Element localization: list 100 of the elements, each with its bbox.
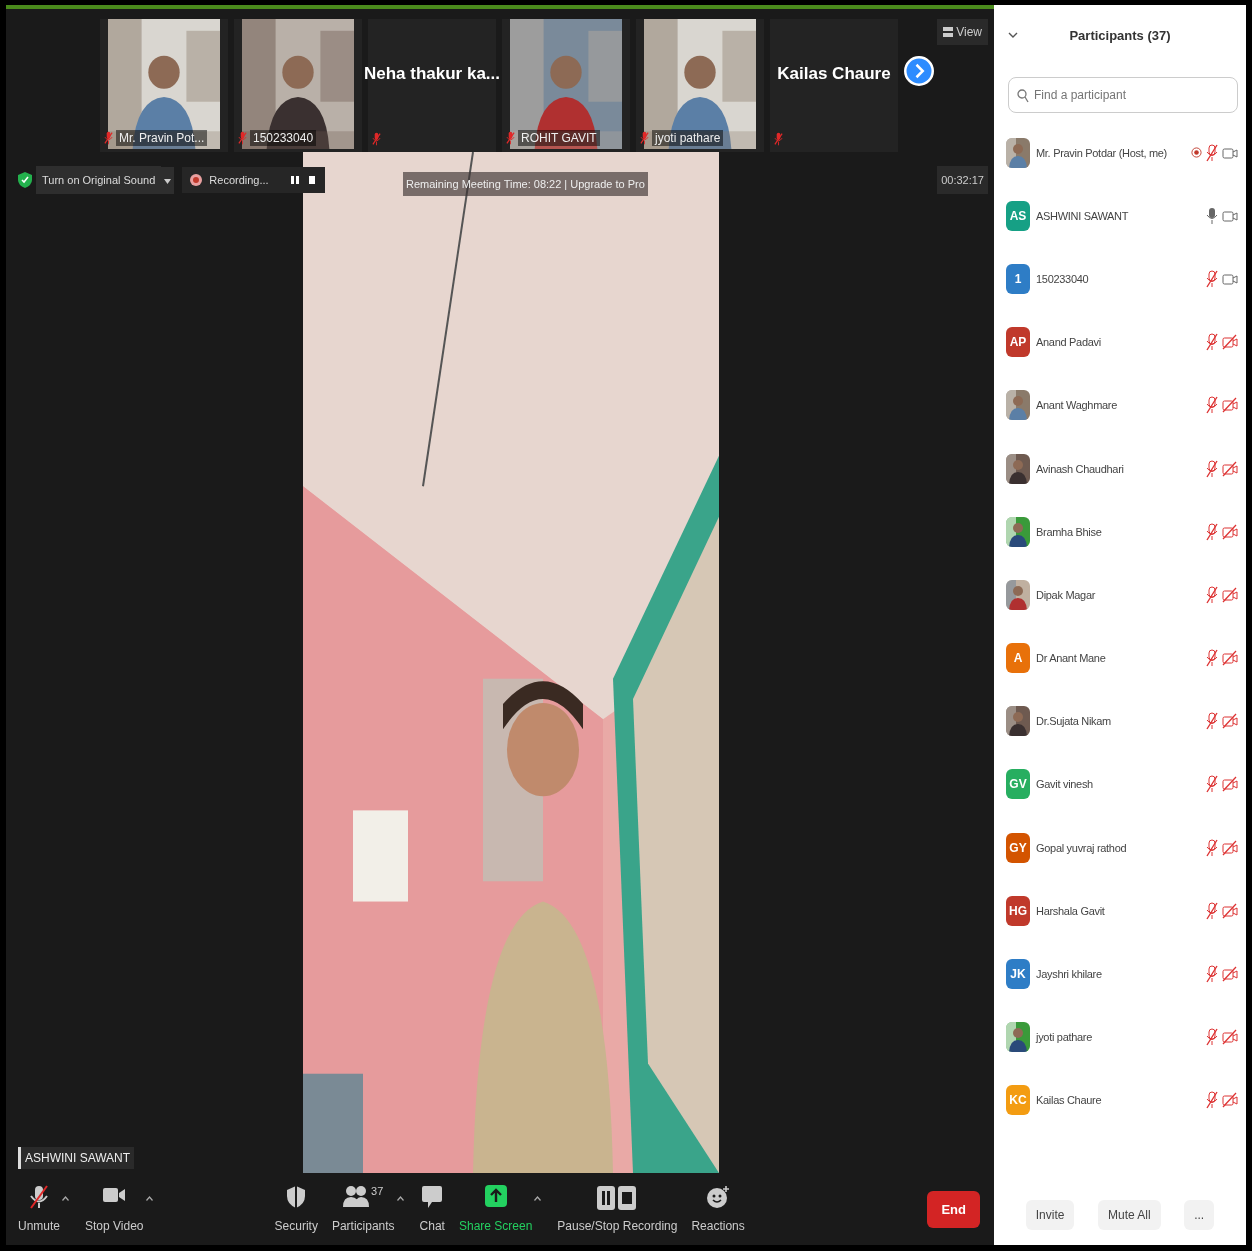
camera-off-icon[interactable] [1222,334,1238,351]
participant-name: Anand Padavi [1036,336,1101,349]
muted-mic-icon[interactable] [1205,1091,1219,1110]
participant-row[interactable]: KC Kailas Chaure [994,1068,1246,1132]
search-field[interactable]: Find a participant [1008,77,1238,113]
toolbar-button[interactable]: Share Screen [458,1185,533,1233]
panel-button[interactable]: Invite [1025,1200,1075,1230]
muted-mic-icon[interactable] [1205,333,1219,352]
caret-button[interactable] [161,166,175,194]
chat-icon [421,1185,444,1209]
video-thumbnail[interactable]: Kailas Chaure [770,19,898,152]
caret-up-icon[interactable] [62,1196,70,1201]
avatar: HG [1006,895,1030,926]
participant-name: Kailas Chaure [1036,1094,1102,1107]
camera-off-icon[interactable] [1222,460,1238,477]
participant-row[interactable]: AP Anand Padavi [994,310,1246,374]
pause-icon[interactable] [289,175,300,185]
participant-name: Jayshri khilare [1036,968,1102,981]
grid-icon [943,27,954,37]
participant-row[interactable]: jyoti pathare [994,1005,1246,1069]
toolbar-button[interactable]: Unmute [18,1185,61,1233]
participant-name: jyoti pathare [1036,1031,1093,1044]
participant-row[interactable]: Dipak Magar [994,563,1246,627]
caret-up-icon[interactable] [534,1196,542,1201]
video-thumbnail[interactable]: ROHIT GAVIT [502,19,630,152]
caret-down-icon [164,178,172,184]
camera-off-icon[interactable] [1222,1029,1238,1046]
camera-off-icon[interactable] [1222,650,1238,667]
participant-row[interactable]: Bramha Bhise [994,500,1246,564]
muted-mic-icon[interactable] [1205,585,1219,604]
camera-off-icon[interactable] [1222,966,1238,983]
toolbar-button[interactable]: Security [274,1185,318,1233]
muted-mic-icon[interactable] [1205,1028,1219,1047]
participant-row[interactable]: Avinash Chaudhari [994,436,1246,501]
panel-button[interactable]: Mute All [1098,1200,1161,1230]
original-sound-button[interactable]: Turn on Original Sound [36,166,162,194]
muted-mic-icon[interactable] [1205,269,1219,288]
camera-off-icon[interactable] [1222,523,1238,540]
muted-mic-icon[interactable] [1205,775,1219,794]
toolbar-button[interactable]: Chat [419,1185,445,1233]
next-page-button[interactable] [904,55,934,86]
muted-mic-icon [28,1185,50,1209]
stop-icon[interactable] [306,175,317,185]
toolbar-button[interactable]: Stop Video [85,1185,144,1233]
participant-row[interactable]: 1 150233040 [994,247,1246,311]
camera-off-icon[interactable] [1222,586,1238,603]
camera-off-icon[interactable] [1222,1092,1238,1109]
muted-mic-icon[interactable] [1205,459,1219,478]
participant-name: Harshala Gavit [1036,904,1105,917]
muted-mic-icon[interactable] [1205,143,1219,162]
participant-row[interactable]: GY Gopal yuvraj rathod [994,816,1246,880]
avatar: GY [1006,832,1030,863]
participant-name: Dr Anant Mane [1036,652,1106,665]
toolbar-button[interactable]: Pause/Stop Recording [557,1185,678,1233]
chevron-down-icon[interactable] [1008,31,1018,39]
camera-icon[interactable] [1222,145,1238,160]
participant-row[interactable]: Dr.Sujata Nikam [994,689,1246,753]
mic-icon[interactable] [1205,206,1219,225]
muted-mic-icon[interactable] [1205,522,1219,541]
camera-off-icon[interactable] [1222,776,1238,793]
toolbar-button[interactable]: Reactions [691,1185,745,1233]
participant-count: 37 [371,1185,384,1197]
participant-row[interactable]: Mr. Pravin Potdar (Host, me) [994,121,1246,185]
avatar: AS [1006,200,1030,231]
avatar: 1 [1006,263,1030,294]
muted-mic-icon[interactable] [1205,838,1219,857]
reaction-icon [706,1185,731,1209]
video-thumbnail[interactable]: 150233040 [234,19,362,152]
participant-row[interactable]: AS ASHWINI SAWANT [994,184,1246,248]
share-screen-icon [484,1185,507,1207]
toolbar-button[interactable]: 37 Participants [331,1185,395,1233]
shield-check-icon [18,172,32,188]
muted-mic-icon[interactable] [1205,965,1219,984]
participant-row[interactable]: GV Gavit vinesh [994,752,1246,817]
camera-off-icon[interactable] [1222,839,1238,856]
muted-mic-icon[interactable] [1205,712,1219,731]
video-thumbnail[interactable]: Mr. Pravin Pot... [100,19,228,152]
muted-mic-icon[interactable] [1205,396,1219,415]
record-icon [190,174,203,186]
participant-name: Dipak Magar [1036,588,1096,601]
video-thumbnail[interactable]: jyoti pathare [636,19,764,152]
participant-row[interactable]: JK Jayshri khilare [994,942,1246,1006]
caret-up-icon[interactable] [396,1196,404,1201]
muted-mic-icon[interactable] [1205,901,1219,920]
avatar: A [1006,643,1030,674]
avatar: KC [1006,1085,1030,1116]
camera-off-icon[interactable] [1222,902,1238,919]
participant-row[interactable]: Anant Waghmare [994,373,1246,437]
participant-row[interactable]: HG Harshala Gavit [994,879,1246,943]
meeting-time-banner[interactable]: Remaining Meeting Time: 08:22 | Upgrade to Pro [403,172,648,196]
view-button[interactable]: View [937,19,988,45]
camera-off-icon[interactable] [1222,713,1238,730]
caret-up-icon[interactable] [145,1196,153,1201]
panel-button[interactable]: ... [1184,1200,1215,1230]
muted-mic-icon[interactable] [1205,649,1219,668]
camera-off-icon[interactable] [1222,397,1238,414]
camera-icon[interactable] [1222,271,1238,286]
camera-icon[interactable] [1222,208,1238,223]
participant-row[interactable]: A Dr Anant Mane [994,626,1246,690]
end-meeting-button[interactable]: End [927,1190,980,1228]
